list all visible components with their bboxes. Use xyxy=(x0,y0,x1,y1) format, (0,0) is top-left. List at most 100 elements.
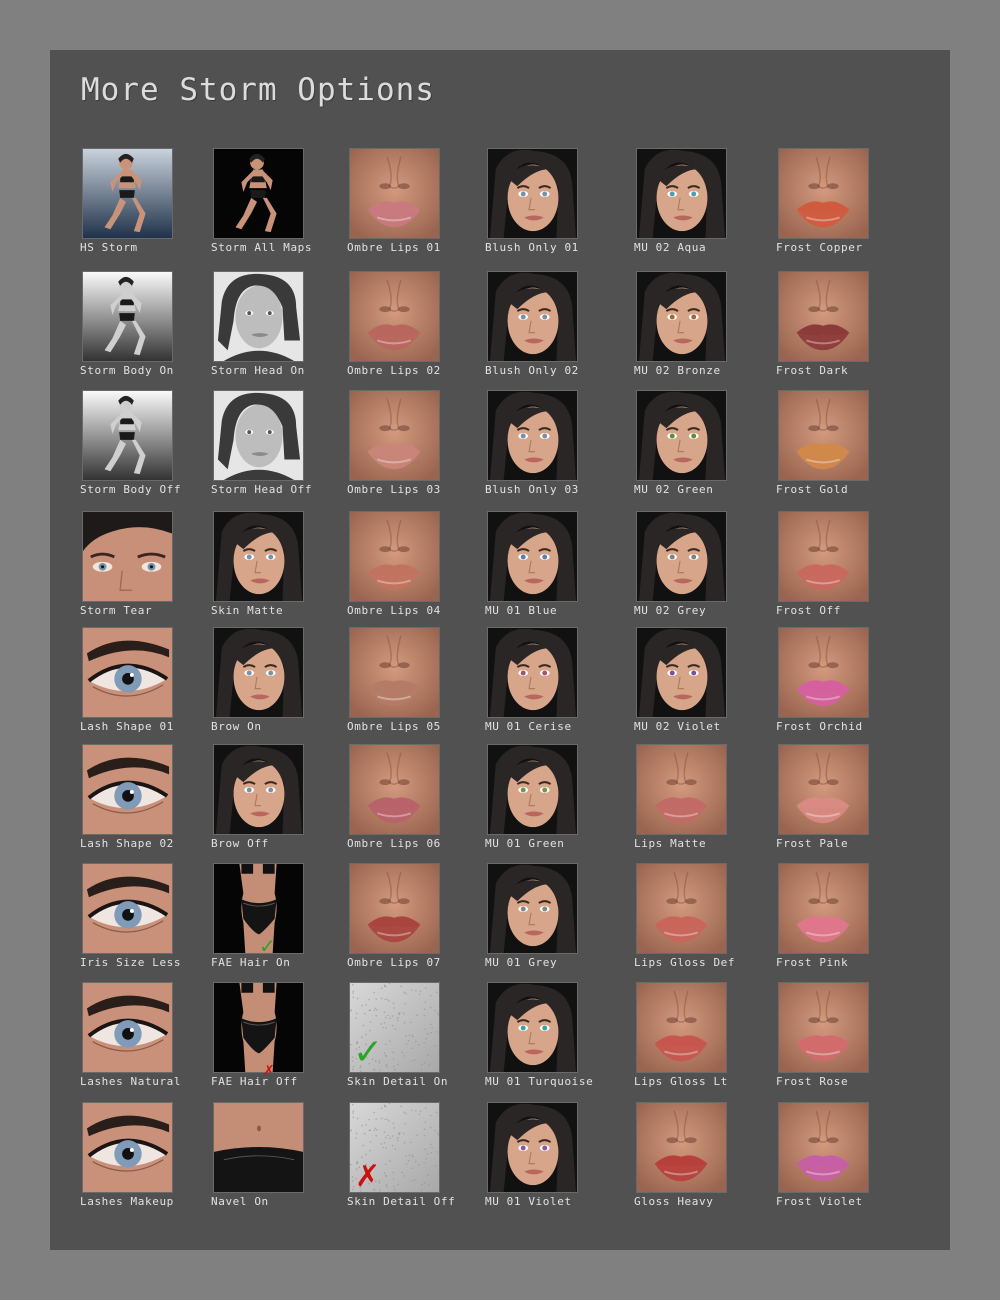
torso-thumbnail[interactable] xyxy=(213,982,304,1073)
lips-thumbnail[interactable] xyxy=(636,1102,727,1193)
face-thumbnail[interactable] xyxy=(487,863,578,954)
preset-tile-lash-shape-02[interactable]: Lash Shape 02 xyxy=(80,744,222,859)
preset-tile-fae-hair-on[interactable]: ✓ FAE Hair On xyxy=(211,863,353,978)
preset-tile-mu-01-blue[interactable]: MU 01 Blue xyxy=(485,511,627,626)
face-thumbnail[interactable] xyxy=(487,1102,578,1193)
preset-tile-gloss-heavy[interactable]: Gloss Heavy xyxy=(634,1102,776,1217)
face-thumbnail[interactable] xyxy=(636,390,727,481)
preset-tile-storm-body-off[interactable]: Storm Body Off xyxy=(80,390,222,505)
preset-tile-fae-hair-off[interactable]: ✗ FAE Hair Off xyxy=(211,982,353,1097)
preset-tile-ombre-lips-01[interactable]: Ombre Lips 01 xyxy=(347,148,489,263)
preset-tile-lips-matte[interactable]: Lips Matte xyxy=(634,744,776,859)
head-thumbnail[interactable] xyxy=(213,390,304,481)
face-thumbnail[interactable] xyxy=(213,744,304,835)
preset-tile-skin-matte[interactable]: Skin Matte xyxy=(211,511,353,626)
head-thumbnail[interactable] xyxy=(213,271,304,362)
lips-thumbnail[interactable] xyxy=(636,863,727,954)
preset-tile-frost-pale[interactable]: Frost Pale xyxy=(776,744,918,859)
preset-tile-ombre-lips-05[interactable]: Ombre Lips 05 xyxy=(347,627,489,742)
preset-tile-iris-size-less[interactable]: Iris Size Less xyxy=(80,863,222,978)
eye-thumbnail[interactable] xyxy=(82,744,173,835)
preset-tile-lashes-natural[interactable]: Lashes Natural xyxy=(80,982,222,1097)
preset-tile-blush-only-02[interactable]: Blush Only 02 xyxy=(485,271,627,386)
preset-tile-frost-copper[interactable]: Frost Copper xyxy=(776,148,918,263)
preset-tile-mu-01-turquoise[interactable]: MU 01 Turquoise xyxy=(485,982,627,1097)
preset-tile-brow-on[interactable]: Brow On xyxy=(211,627,353,742)
preset-tile-ombre-lips-03[interactable]: Ombre Lips 03 xyxy=(347,390,489,505)
eye-thumbnail[interactable] xyxy=(82,982,173,1073)
lips-thumbnail[interactable] xyxy=(349,627,440,718)
lips-thumbnail[interactable] xyxy=(349,390,440,481)
lips-thumbnail[interactable] xyxy=(349,511,440,602)
preset-tile-storm-body-on[interactable]: Storm Body On xyxy=(80,271,222,386)
preset-tile-blush-only-01[interactable]: Blush Only 01 xyxy=(485,148,627,263)
lips-thumbnail[interactable] xyxy=(778,627,869,718)
preset-tile-mu-02-grey[interactable]: MU 02 Grey xyxy=(634,511,776,626)
face-thumbnail[interactable] xyxy=(487,627,578,718)
face-thumbnail[interactable] xyxy=(213,627,304,718)
lips-thumbnail[interactable] xyxy=(778,744,869,835)
face-thumbnail[interactable] xyxy=(487,982,578,1073)
preset-tile-ombre-lips-02[interactable]: Ombre Lips 02 xyxy=(347,271,489,386)
face-thumbnail[interactable] xyxy=(487,744,578,835)
lips-thumbnail[interactable] xyxy=(778,863,869,954)
lips-thumbnail[interactable] xyxy=(349,271,440,362)
preset-tile-mu-01-green[interactable]: MU 01 Green xyxy=(485,744,627,859)
face-thumbnail[interactable] xyxy=(213,511,304,602)
preset-tile-skin-detail-off[interactable]: ✗ Skin Detail Off xyxy=(347,1102,489,1217)
preset-tile-lashes-makeup[interactable]: Lashes Makeup xyxy=(80,1102,222,1217)
lips-thumbnail[interactable] xyxy=(636,982,727,1073)
preset-tile-lips-gloss-lt[interactable]: Lips Gloss Lt xyxy=(634,982,776,1097)
preset-tile-storm-head-on[interactable]: Storm Head On xyxy=(211,271,353,386)
preset-tile-mu-01-cerise[interactable]: MU 01 Cerise xyxy=(485,627,627,742)
eyes-thumbnail[interactable] xyxy=(82,511,173,602)
preset-tile-ombre-lips-07[interactable]: Ombre Lips 07 xyxy=(347,863,489,978)
preset-tile-ombre-lips-06[interactable]: Ombre Lips 06 xyxy=(347,744,489,859)
preset-tile-hs-storm[interactable]: HS Storm xyxy=(80,148,222,263)
lips-thumbnail[interactable] xyxy=(778,982,869,1073)
lips-thumbnail[interactable] xyxy=(778,511,869,602)
preset-tile-ombre-lips-04[interactable]: Ombre Lips 04 xyxy=(347,511,489,626)
face-thumbnail[interactable] xyxy=(636,511,727,602)
preset-tile-mu-01-violet[interactable]: MU 01 Violet xyxy=(485,1102,627,1217)
preset-tile-mu-02-violet[interactable]: MU 02 Violet xyxy=(634,627,776,742)
preset-tile-storm-tear[interactable]: Storm Tear xyxy=(80,511,222,626)
preset-tile-frost-orchid[interactable]: Frost Orchid xyxy=(776,627,918,742)
preset-tile-mu-02-aqua[interactable]: MU 02 Aqua xyxy=(634,148,776,263)
preset-tile-brow-off[interactable]: Brow Off xyxy=(211,744,353,859)
preset-tile-storm-head-off[interactable]: Storm Head Off xyxy=(211,390,353,505)
figure-thumbnail[interactable] xyxy=(82,390,173,481)
preset-tile-storm-all-maps[interactable]: Storm All Maps xyxy=(211,148,353,263)
lips-thumbnail[interactable] xyxy=(778,148,869,239)
preset-tile-mu-01-grey[interactable]: MU 01 Grey xyxy=(485,863,627,978)
figure-thumbnail[interactable] xyxy=(82,148,173,239)
preset-tile-frost-gold[interactable]: Frost Gold xyxy=(776,390,918,505)
preset-tile-frost-violet[interactable]: Frost Violet xyxy=(776,1102,918,1217)
preset-tile-mu-02-bronze[interactable]: MU 02 Bronze xyxy=(634,271,776,386)
preset-tile-lips-gloss-def[interactable]: Lips Gloss Def xyxy=(634,863,776,978)
face-thumbnail[interactable] xyxy=(636,271,727,362)
face-thumbnail[interactable] xyxy=(487,511,578,602)
lips-thumbnail[interactable] xyxy=(349,863,440,954)
figure-thumbnail[interactable] xyxy=(82,271,173,362)
face-thumbnail[interactable] xyxy=(487,390,578,481)
eye-thumbnail[interactable] xyxy=(82,863,173,954)
waist-thumbnail[interactable] xyxy=(213,1102,304,1193)
preset-tile-skin-detail-on[interactable]: ✓ Skin Detail On xyxy=(347,982,489,1097)
preset-tile-lash-shape-01[interactable]: Lash Shape 01 xyxy=(80,627,222,742)
lips-thumbnail[interactable] xyxy=(778,390,869,481)
eye-thumbnail[interactable] xyxy=(82,1102,173,1193)
figure-thumbnail[interactable] xyxy=(213,148,304,239)
lips-thumbnail[interactable] xyxy=(349,148,440,239)
lips-thumbnail[interactable] xyxy=(349,744,440,835)
face-thumbnail[interactable] xyxy=(636,148,727,239)
preset-tile-frost-pink[interactable]: Frost Pink xyxy=(776,863,918,978)
eye-thumbnail[interactable] xyxy=(82,627,173,718)
preset-tile-navel-on[interactable]: Navel On xyxy=(211,1102,353,1217)
face-thumbnail[interactable] xyxy=(636,627,727,718)
lips-thumbnail[interactable] xyxy=(778,271,869,362)
lips-thumbnail[interactable] xyxy=(636,744,727,835)
face-thumbnail[interactable] xyxy=(487,148,578,239)
preset-tile-blush-only-03[interactable]: Blush Only 03 xyxy=(485,390,627,505)
preset-tile-mu-02-green[interactable]: MU 02 Green xyxy=(634,390,776,505)
